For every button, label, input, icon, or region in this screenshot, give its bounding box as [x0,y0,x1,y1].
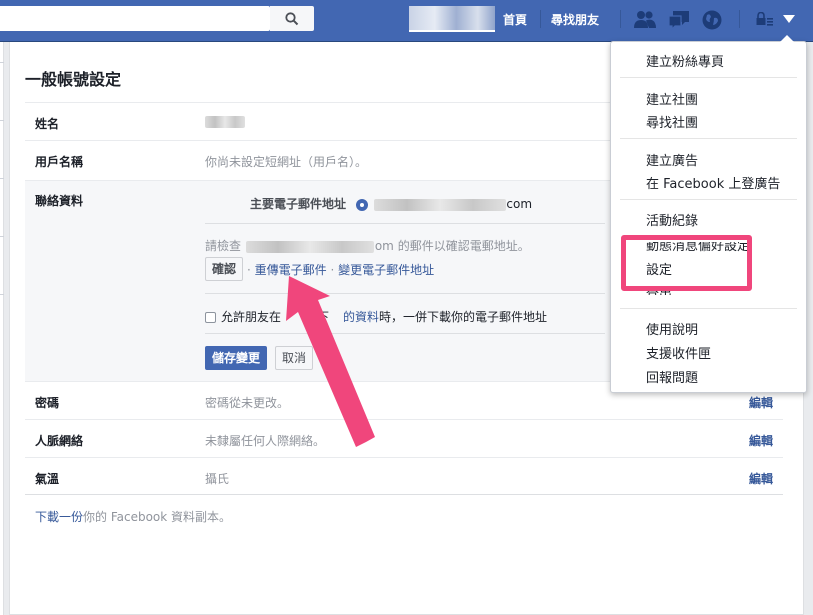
menu-item-news-feed-preferences[interactable]: 動態消息偏好設定 [646,242,750,254]
messages-icon[interactable] [667,9,691,31]
email-redacted [374,198,507,211]
link-separator: · [247,263,251,277]
menu-item-log-out[interactable]: 登出 [646,283,672,295]
allow-download-checkbox[interactable] [205,312,216,323]
menu-item-settings[interactable]: 設定 [646,259,672,278]
save-changes-button[interactable]: 儲存變更 [205,346,268,370]
email-suffix: com [506,197,533,211]
row-value: 未隸屬任何人際網絡。 [205,434,326,448]
edit-networks-link[interactable]: 編輯 [749,432,773,449]
menu-separator [620,138,797,139]
search-input[interactable] [0,6,270,31]
privacy-lock-icon[interactable] [756,12,774,28]
row-value: 密碼從未更改。 [205,396,290,410]
menu-separator [620,199,797,200]
friend-requests-icon[interactable] [633,9,657,31]
email-actions: · 重傳電子郵件 · 變更電子郵件地址 [247,261,434,278]
menu-item-create-page[interactable]: 建立粉絲專頁 [646,51,724,70]
menu-item-find-groups[interactable]: 尋找社團 [646,112,698,131]
top-navigation-bar: 首頁 尋找朋友 [0,0,813,42]
menu-item-help[interactable]: 使用說明 [646,319,698,338]
download-copy-link[interactable]: 下載一份 [35,510,83,524]
allow-data-link[interactable]: 的資料 [343,310,379,324]
divider [205,223,605,224]
menu-item-create-group[interactable]: 建立社團 [646,89,698,108]
nav-find-friends-link[interactable]: 尋找朋友 [551,11,599,28]
search-icon [285,11,299,25]
row-label: 聯絡資料 [35,194,84,208]
page-title: 一般帳號設定 [25,70,122,89]
divider [205,293,605,294]
profile-link-avatar[interactable] [409,6,495,32]
link-separator: · [330,263,335,277]
account-dropdown-menu: 建立粉絲專頁 建立社團 尋找社團 建立廣告 在 Facebook 上登廣告 活動… [610,35,807,393]
edit-temperature-link[interactable]: 編輯 [749,470,773,487]
primary-email-label: 主要電子郵件地址 [250,197,347,211]
verify-prefix: 請檢查 [205,239,242,253]
download-data-line: 下載一份你的 Facebook 資料副本。 [35,508,231,525]
allow-text-b: 下 [317,310,330,324]
menu-separator [620,77,797,78]
settings-row-networks[interactable]: 人脈網絡 未隸屬任何人際網絡。 編輯 [25,419,783,457]
left-sidebar-edge [0,42,4,615]
search-button[interactable] [270,6,314,31]
dropdown-caret [780,35,794,42]
nav-separator [540,10,541,28]
nav-separator [739,10,740,28]
nav-separator [620,10,621,28]
change-email-link[interactable]: 變更電子郵件地址 [338,263,434,277]
menu-item-activity-log[interactable]: 活動紀錄 [646,210,698,229]
menu-separator [620,308,797,309]
edit-password-link[interactable]: 編輯 [749,394,773,411]
download-text: 你的 Facebook 資料副本。 [83,510,232,524]
primary-email-line: 主要電子郵件地址 com [250,195,532,212]
email-redacted [245,240,374,253]
row-value: 攝氏 [205,472,230,486]
menu-item-create-ads[interactable]: 建立廣告 [646,150,698,169]
notifications-globe-icon[interactable] [701,9,723,31]
row-label: 人脈網絡 [35,434,84,448]
verify-email-notice: 請檢查 om 的郵件以確認電郵地址。 [205,237,530,254]
name-value-redacted [205,114,245,128]
allow-text-c: 時，一併下載你的電子郵件地址 [379,310,548,324]
resend-email-link[interactable]: 重傳電子郵件 [255,263,327,277]
menu-item-report-problem[interactable]: 回報問題 [646,367,698,386]
verify-suffix: om 的郵件以確認電郵地址。 [374,239,530,253]
menu-item-advertise[interactable]: 在 Facebook 上登廣告 [646,173,780,192]
nav-home-link[interactable]: 首頁 [503,11,527,28]
cancel-button[interactable]: 取消 [275,346,314,370]
allow-text-a: 允許朋友在 [221,310,282,324]
allow-download-email-option[interactable]: 允許朋友在 下的資料時，一併下載你的電子郵件地址 [205,308,547,325]
row-label: 姓名 [35,117,60,131]
account-menu-chevron-icon[interactable] [782,14,796,24]
menu-item-support-inbox[interactable]: 支援收件匣 [646,343,711,362]
primary-email-radio[interactable] [356,198,369,211]
row-label: 氣溫 [35,472,60,486]
divider [205,333,605,334]
confirm-email-button[interactable]: 確認 [205,257,244,281]
settings-row-temperature[interactable]: 氣溫 攝氏 編輯 [25,457,783,495]
row-value: 你尚未設定短網址（用戶名）。 [205,155,368,169]
row-label: 密碼 [35,396,60,410]
row-label: 用戶名稱 [35,155,84,169]
